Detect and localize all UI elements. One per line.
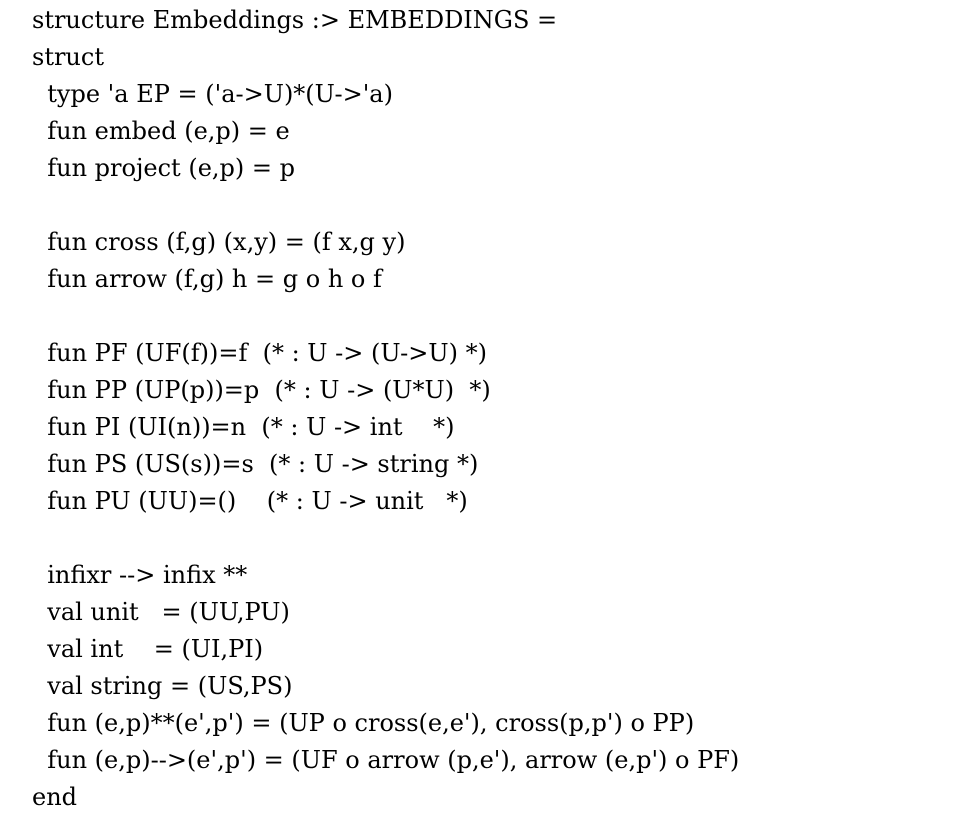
code-line-18: val int = (UI,PI) [32, 635, 264, 663]
code-line-1: structure Embeddings :> EMBEDDINGS = [32, 6, 558, 34]
code-line-5: fun project (e,p) = p [32, 154, 295, 182]
code-line-7: fun cross (f,g) (x,y) = (f x,g y) [32, 228, 406, 256]
code-line-22: end [32, 783, 78, 811]
code-line-10: fun PF (UF(f))=f (* : U -> (U->U) *) [32, 339, 487, 367]
code-line-11: fun PP (UP(p))=p (* : U -> (U*U) *) [32, 376, 491, 404]
code-line-13: fun PS (US(s))=s (* : U -> string *) [32, 450, 479, 478]
code-line-17: val unit = (UU,PU) [32, 598, 290, 626]
code-line-3: type 'a EP = ('a->U)*(U->'a) [32, 80, 393, 108]
code-line-4: fun embed (e,p) = e [32, 117, 290, 145]
code-line-16: infixr --> infix ** [32, 561, 248, 589]
code-line-2: struct [32, 43, 104, 71]
sml-code-listing: structure Embeddings :> EMBEDDINGS = stru… [32, 2, 739, 816]
code-line-12: fun PI (UI(n))=n (* : U -> int *) [32, 413, 455, 441]
code-line-20: fun (e,p)**(e',p') = (UP o cross(e,e'), … [32, 709, 695, 737]
code-line-14: fun PU (UU)=() (* : U -> unit *) [32, 487, 468, 515]
code-line-19: val string = (US,PS) [32, 672, 293, 700]
code-line-8: fun arrow (f,g) h = g o h o f [32, 265, 382, 293]
code-line-21: fun (e,p)-->(e',p') = (UF o arrow (p,e')… [32, 746, 740, 774]
